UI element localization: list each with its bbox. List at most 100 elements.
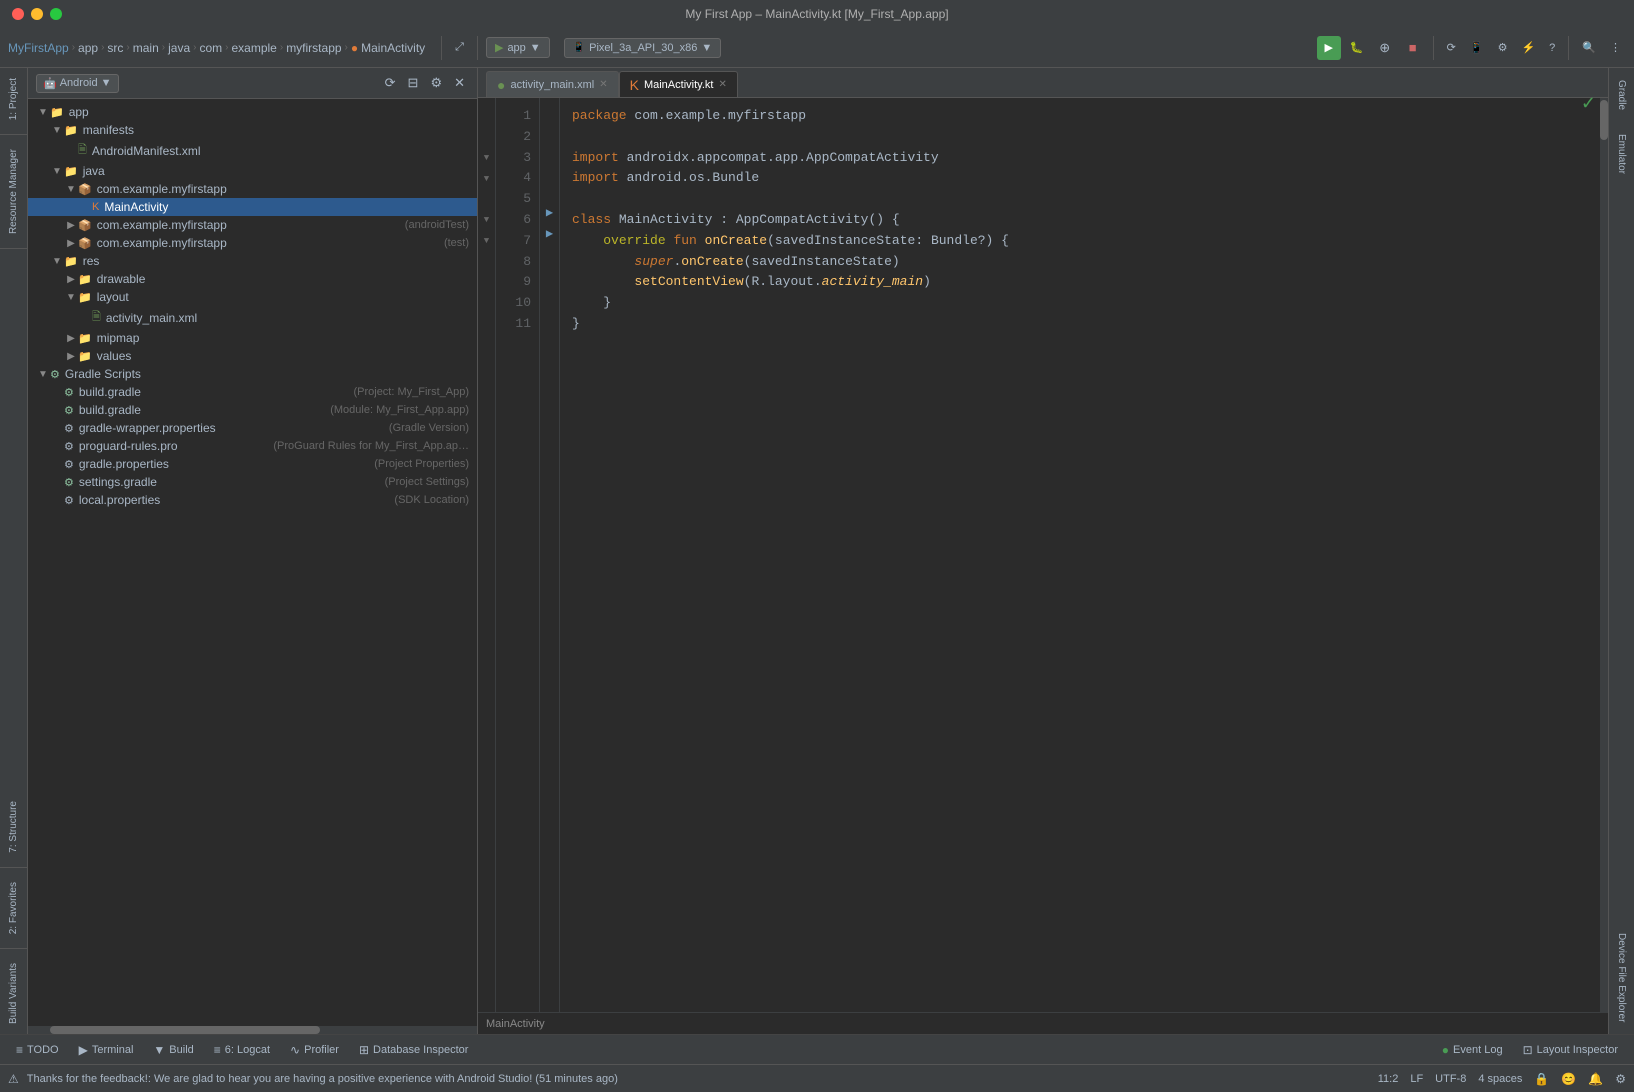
sdk-manager-button[interactable]: ⚙ — [1493, 38, 1513, 57]
toggle-drawable[interactable]: ▶ — [64, 274, 78, 285]
sync-project-button[interactable]: ⟳ — [381, 73, 400, 93]
breadcrumb-main[interactable]: main — [133, 41, 159, 55]
toggle-test[interactable]: ▶ — [64, 238, 78, 249]
toggle-mipmap[interactable]: ▶ — [64, 333, 78, 344]
toggle-values[interactable]: ▶ — [64, 351, 78, 362]
debug-button[interactable]: 🐛 — [1345, 36, 1369, 60]
attach-debugger-button[interactable]: ⊕ — [1373, 36, 1397, 60]
tree-item-local-properties[interactable]: ⚙ local.properties (SDK Location) — [28, 491, 477, 509]
tree-scrollbar[interactable] — [28, 1026, 477, 1034]
code-content[interactable]: package com.example.myfirstapp import an… — [560, 98, 1600, 1012]
breadcrumb-sep-8: › — [345, 42, 348, 53]
breadcrumb-com[interactable]: com — [199, 41, 222, 55]
collapse-all-button[interactable]: ⊟ — [404, 73, 423, 93]
maximize-button[interactable] — [50, 8, 62, 20]
tree-item-res[interactable]: ▼ 📁 res — [28, 252, 477, 270]
bottom-tab-layout-inspector[interactable]: ⊡ Layout Inspector — [1515, 1040, 1626, 1060]
toggle-java[interactable]: ▼ — [50, 166, 64, 177]
navigation-button[interactable]: ⤢ — [450, 38, 469, 57]
tree-item-proguard[interactable]: ⚙ proguard-rules.pro (ProGuard Rules for… — [28, 437, 477, 455]
tree-item-java[interactable]: ▼ 📁 java — [28, 162, 477, 180]
tree-item-gradle-wrapper[interactable]: ⚙ gradle-wrapper.properties (Gradle Vers… — [28, 419, 477, 437]
device-selector[interactable]: 📱 Pixel_3a_API_30_x86 ▼ — [564, 38, 722, 58]
close-button[interactable] — [12, 8, 24, 20]
tree-item-gradle-scripts[interactable]: ▼ ⚙ Gradle Scripts — [28, 365, 477, 383]
sidebar-tab-favorites[interactable]: 2: Favorites — [4, 872, 23, 944]
tab-mainactivity-kt[interactable]: K MainActivity.kt ✕ — [619, 71, 738, 97]
tree-item-drawable[interactable]: ▶ 📁 drawable — [28, 270, 477, 288]
fold-3[interactable]: ▼ — [484, 153, 489, 163]
breadcrumb-myFirstApp[interactable]: MyFirstApp — [8, 41, 69, 55]
tree-item-mainactivity[interactable]: K MainActivity — [28, 198, 477, 216]
sidebar-tab-project[interactable]: 1: Project — [4, 68, 23, 130]
tree-item-values[interactable]: ▶ 📁 values — [28, 347, 477, 365]
bottom-tab-profiler[interactable]: ∿ Profiler — [282, 1040, 347, 1060]
breadcrumb-myfirstapp[interactable]: myfirstapp — [286, 41, 341, 55]
fold-7[interactable]: ▼ — [484, 236, 489, 246]
right-tab-device-files[interactable]: Device File Explorer — [1612, 921, 1631, 1034]
tree-item-layout[interactable]: ▼ 📁 layout — [28, 288, 477, 306]
code-editor[interactable]: ▼ ▼ ▼ ▼ — [478, 98, 1608, 1012]
sidebar-tab-structure[interactable]: 7: Structure — [4, 791, 23, 863]
sync-button[interactable]: ⟳ — [1442, 38, 1461, 57]
fold-6[interactable]: ▼ — [484, 215, 489, 225]
tree-item-app[interactable]: ▼ 📁 app — [28, 103, 477, 121]
tree-item-settings-gradle[interactable]: ⚙ settings.gradle (Project Settings) — [28, 473, 477, 491]
tree-item-mipmap[interactable]: ▶ 📁 mipmap — [28, 329, 477, 347]
search-everywhere-button[interactable]: 🔍 — [1577, 38, 1601, 57]
cursor-position[interactable]: 11:2 — [1378, 1073, 1399, 1085]
help-button[interactable]: ? — [1544, 39, 1560, 57]
settings-button[interactable]: ⋮ — [1605, 38, 1626, 57]
breadcrumb-src[interactable]: src — [107, 41, 123, 55]
line-sep[interactable]: LF — [1410, 1073, 1423, 1085]
bottom-tab-database[interactable]: ⊞ Database Inspector — [351, 1040, 476, 1060]
window-controls[interactable] — [12, 8, 62, 20]
breadcrumb-example[interactable]: example — [231, 41, 276, 55]
tree-item-gradle-properties[interactable]: ⚙ gradle.properties (Project Properties) — [28, 455, 477, 473]
tree-item-androidmanifest[interactable]: 🗎 AndroidManifest.xml — [28, 139, 477, 162]
encoding[interactable]: UTF-8 — [1435, 1073, 1466, 1085]
tab-close-xml[interactable]: ✕ — [599, 79, 607, 90]
tree-item-activity-main-xml[interactable]: 🗎 activity_main.xml — [28, 306, 477, 329]
toggle-androidtest[interactable]: ▶ — [64, 220, 78, 231]
settings-gear-button[interactable]: ⚙ — [426, 73, 446, 93]
run-button[interactable]: ▶ — [1317, 36, 1341, 60]
fold-4[interactable]: ▼ — [484, 174, 489, 184]
tree-item-manifests[interactable]: ▼ 📁 manifests — [28, 121, 477, 139]
tree-item-build-gradle-project[interactable]: ⚙ build.gradle (Project: My_First_App) — [28, 383, 477, 401]
line-num-8: 8 — [508, 252, 531, 273]
bottom-tab-build[interactable]: ▼ Build — [145, 1040, 201, 1060]
sidebar-tab-build-variants[interactable]: Build Variants — [4, 953, 23, 1034]
tree-item-com-example[interactable]: ▼ 📦 com.example.myfirstapp — [28, 180, 477, 198]
tree-item-build-gradle-module[interactable]: ⚙ build.gradle (Module: My_First_App.app… — [28, 401, 477, 419]
editor-scrollbar-v[interactable] — [1600, 98, 1608, 1012]
bottom-tab-todo[interactable]: ≡ TODO — [8, 1040, 67, 1060]
breadcrumb-java[interactable]: java — [168, 41, 190, 55]
stop-button[interactable]: ■ — [1401, 36, 1425, 60]
android-view-dropdown[interactable]: 🤖 Android ▼ — [36, 74, 119, 93]
tab-close-kt[interactable]: ✕ — [718, 79, 726, 90]
sidebar-tab-resource[interactable]: Resource Manager — [4, 139, 23, 244]
minimize-button[interactable] — [31, 8, 43, 20]
tab-activity-main-xml[interactable]: ● activity_main.xml ✕ — [486, 71, 619, 97]
avd-manager-button[interactable]: 📱 — [1465, 38, 1489, 57]
toggle-com-example[interactable]: ▼ — [64, 184, 78, 195]
tree-item-androidtest[interactable]: ▶ 📦 com.example.myfirstapp (androidTest) — [28, 216, 477, 234]
right-tab-gradle[interactable]: Gradle — [1612, 68, 1631, 122]
breadcrumb-mainactivity[interactable]: MainActivity — [361, 41, 425, 55]
toggle-res[interactable]: ▼ — [50, 256, 64, 267]
bottom-tab-terminal[interactable]: ▶ Terminal — [71, 1040, 142, 1060]
toggle-manifests[interactable]: ▼ — [50, 125, 64, 136]
app-selector[interactable]: ▶ app ▼ — [486, 37, 550, 58]
tree-item-test[interactable]: ▶ 📦 com.example.myfirstapp (test) — [28, 234, 477, 252]
toggle-app[interactable]: ▼ — [36, 107, 50, 118]
profile-button[interactable]: ⚡ — [1516, 38, 1540, 57]
bottom-tab-logcat[interactable]: ≡ 6: Logcat — [206, 1040, 278, 1060]
breadcrumb-app[interactable]: app — [78, 41, 98, 55]
toggle-gradle-scripts[interactable]: ▼ — [36, 369, 50, 380]
indent-status[interactable]: 4 spaces — [1478, 1073, 1522, 1085]
bottom-tab-event-log[interactable]: ● Event Log — [1434, 1040, 1511, 1060]
hide-panel-button[interactable]: ✕ — [450, 73, 469, 93]
right-tab-emulator[interactable]: Emulator — [1612, 122, 1631, 186]
toggle-layout[interactable]: ▼ — [64, 292, 78, 303]
